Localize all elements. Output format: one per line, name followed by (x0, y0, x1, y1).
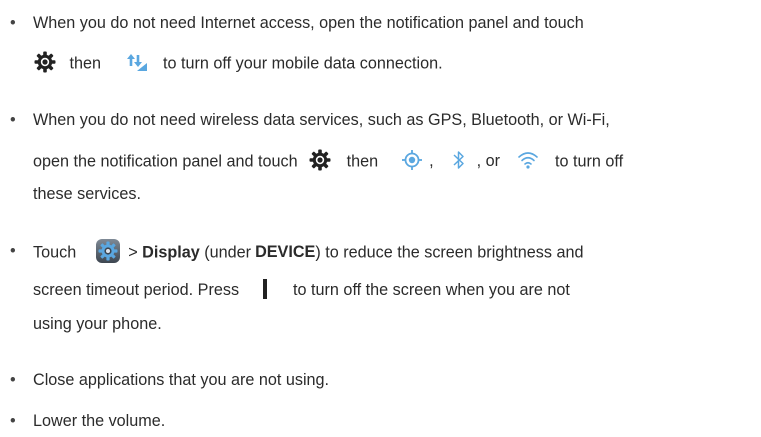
bullet: • (10, 14, 16, 32)
mobile-data-icon (126, 51, 150, 73)
power-saving-tips: • When you do not need Internet access, … (0, 0, 761, 437)
tip-2-line-3: these services. (33, 185, 141, 203)
bullet: • (10, 111, 16, 129)
tip-2-line-2: open the notification panel and touch th… (33, 148, 761, 172)
gps-location-icon (401, 149, 423, 171)
tip-3-line-3: using your phone. (33, 315, 162, 333)
tip-1-line-2: then to turn off your mobile data connec… (33, 50, 761, 74)
tip-1-line-1: When you do not need Internet access, op… (33, 14, 584, 32)
settings-gear-icon (308, 148, 332, 172)
power-button-icon (262, 278, 268, 300)
bluetooth-icon (452, 149, 466, 171)
tip-3-line-2: screen timeout period. Press to turn off… (33, 278, 761, 301)
tip-3-line-1: Touch > Display (under DEVICE) to reduce… (33, 238, 761, 264)
settings-app-icon (95, 238, 121, 264)
wifi-icon (517, 150, 539, 170)
settings-gear-icon (33, 50, 57, 74)
bullet: • (10, 242, 16, 260)
tip-2-line-1: When you do not need wireless data servi… (33, 111, 610, 129)
bullet: • (10, 371, 16, 389)
tip-4-line-1: Close applications that you are not usin… (33, 371, 330, 389)
bullet: • (10, 412, 16, 430)
tip-5-line-1: Lower the volume. (33, 412, 166, 430)
